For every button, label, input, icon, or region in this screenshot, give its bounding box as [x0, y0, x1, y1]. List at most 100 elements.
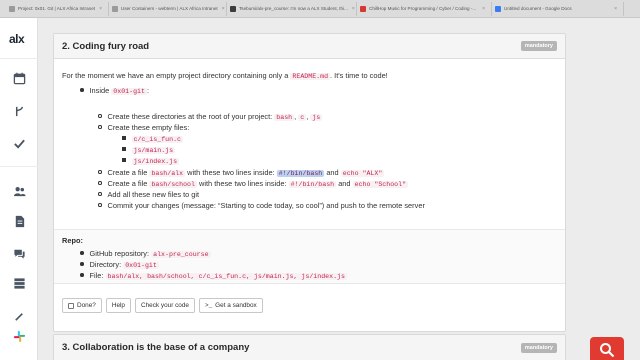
fork-icon[interactable] [12, 104, 26, 118]
tab-label: ChillHop Music for Programming / Cyber /… [369, 6, 477, 11]
task-header: 3. Collaboration is the base of a compan… [54, 335, 565, 360]
bullet [98, 170, 102, 174]
sandbox-button[interactable]: >_ Get a sandbox [198, 298, 263, 313]
bullet [122, 158, 126, 162]
browser-tab-containers[interactable]: User Containers - webterm | ALX Africa I… [109, 1, 227, 16]
close-icon[interactable]: × [478, 6, 485, 12]
browser-tab-youtube[interactable]: ChillHop Music for Programming / Cyber /… [357, 1, 492, 16]
file-code: c/c_is_fun.c [131, 136, 183, 143]
chat-icon[interactable] [12, 246, 26, 260]
files-code: bash/alx, bash/school, c/c_is_fun.c, js/… [105, 273, 347, 280]
bullet [122, 147, 126, 151]
document-icon[interactable] [12, 214, 26, 228]
echo-code: echo "ALX" [340, 170, 385, 177]
bullet [80, 273, 84, 277]
file-code: bash/alx [149, 170, 186, 177]
browser-tab-github[interactable]: Tsebumi/alx-pre_course: I'm now a ALX St… [227, 1, 357, 16]
check-code-button[interactable]: Check your code [135, 298, 195, 313]
close-icon[interactable]: × [95, 6, 102, 12]
youtube-icon [360, 5, 366, 12]
mandatory-badge: mandatory [520, 41, 557, 51]
tab-label: Tsebumi/alx-pre_course: I'm now a ALX St… [239, 6, 348, 11]
checkbox-icon [68, 302, 74, 309]
tab-label: User Containers - webterm | ALX Africa I… [121, 6, 218, 11]
done-button[interactable]: Done? [62, 298, 102, 313]
docs-icon [495, 5, 501, 12]
shebang-code: #!/bin/bash [288, 181, 337, 188]
calendar-icon[interactable] [12, 71, 26, 85]
directory-code: 0x01-git [123, 262, 159, 269]
favicon-icon [9, 5, 15, 12]
bullet [80, 262, 84, 266]
dir-code-bash: bash [274, 114, 295, 121]
tab-label: Project: 0x01. Git | ALX Africa Intranet [18, 6, 96, 11]
file-item: js/index.js [122, 155, 180, 167]
checkmark-icon[interactable] [12, 136, 26, 150]
search-button[interactable] [590, 337, 624, 360]
bullet [98, 181, 102, 185]
text: File: [89, 271, 104, 280]
directories-text: Create these directories at the root of … [107, 112, 273, 121]
files-text: Create these empty files: [107, 123, 190, 132]
readme-code: README.md [290, 73, 331, 80]
bullet [80, 251, 84, 255]
text: with these two lines inside: [199, 179, 287, 188]
commit-item: Commit your changes (message: “Starting … [98, 200, 425, 211]
favicon-icon [112, 5, 118, 12]
users-icon[interactable] [12, 184, 26, 198]
server-icon[interactable] [12, 276, 26, 290]
browser-tab-project[interactable]: Project: 0x01. Git | ALX Africa Intranet… [6, 1, 109, 16]
inside-label: Inside [89, 86, 110, 95]
file-line: File: bash/alx, bash/school, c/c_is_fun.… [80, 270, 347, 282]
bullet [98, 125, 102, 129]
main-content: 2. Coding fury road mandatory For the mo… [38, 18, 640, 360]
dir-code-js: js [310, 114, 323, 121]
button-label: Help [111, 302, 125, 309]
task-title: 3. Collaboration is the base of a compan… [62, 342, 250, 353]
echo-code: echo "School" [352, 181, 409, 188]
divider [0, 166, 38, 167]
repo-code: alx-pre_course [151, 251, 211, 258]
github-icon [230, 5, 236, 12]
bullet [98, 114, 102, 118]
text: and [326, 168, 339, 177]
divider [0, 58, 38, 59]
search-icon [600, 343, 615, 358]
text: Create a file [107, 168, 148, 177]
close-icon[interactable]: × [218, 6, 225, 12]
close-icon[interactable]: × [610, 6, 617, 12]
files-item: Create these empty files: [98, 122, 189, 133]
colon: : [146, 86, 150, 95]
text: and [338, 179, 351, 188]
browser-tab-docs[interactable]: Untitled document - Google Docs × [492, 1, 624, 16]
button-label: Done? [77, 302, 96, 309]
file-code: bash/school [149, 181, 197, 188]
directory-code: 0x01-git [111, 88, 147, 95]
dir-code-c: c [298, 114, 307, 121]
file-code: js/main.js [131, 147, 176, 154]
repo-label: Repo: [62, 236, 83, 245]
task-intro: For the moment we have an empty project … [62, 70, 388, 82]
browser-tab-strip: Project: 0x01. Git | ALX Africa Intranet… [0, 0, 640, 18]
task-card-collaboration: 3. Collaboration is the base of a compan… [53, 334, 566, 360]
terminal-icon: >_ [204, 302, 213, 309]
tools-icon[interactable] [12, 309, 26, 323]
slack-icon[interactable] [12, 329, 26, 343]
mandatory-badge: mandatory [520, 342, 557, 353]
sidebar: alx [0, 18, 38, 360]
text: Commit your changes (message: “Starting … [107, 201, 425, 210]
bullet [122, 136, 126, 140]
button-label: Get a sandbox [215, 302, 257, 309]
help-button[interactable]: Help [105, 298, 131, 313]
tab-label: Untitled document - Google Docs [504, 6, 572, 11]
bullet [80, 88, 84, 92]
close-icon[interactable]: × [348, 6, 355, 12]
task-title: 2. Coding fury road [62, 40, 150, 52]
shebang-code-selected[interactable]: #!/bin/bash [276, 170, 325, 177]
text: Directory: [89, 260, 122, 269]
text: Add all these new files to git [107, 190, 200, 199]
intro-text-end: . It's time to code! [330, 71, 388, 80]
repo-section: Repo: GitHub repository: alx-pre_course … [54, 229, 565, 284]
alx-logo[interactable]: alx [9, 32, 25, 46]
task-actions: Done? Help Check your code >_ Get a sandb… [62, 298, 263, 313]
